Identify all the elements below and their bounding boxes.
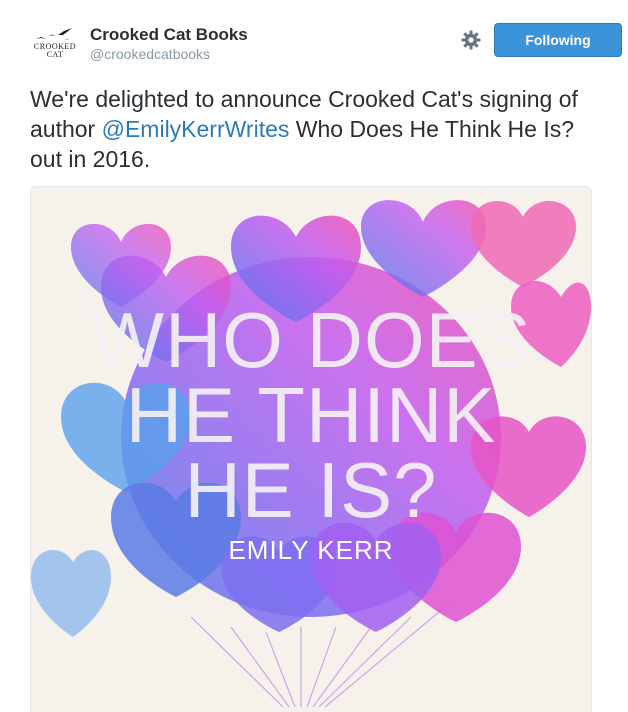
book-cover-art: WHO DOES HE THINK HE IS? EMILY KERR	[31, 187, 591, 712]
settings-gear-button[interactable]	[460, 29, 482, 51]
tweet-header: CROOKED CAT Crooked Cat Books @crookedca…	[30, 20, 622, 70]
account-handle[interactable]: @crookedcatbooks	[90, 45, 248, 63]
account-names: Crooked Cat Books @crookedcatbooks	[90, 25, 248, 63]
cover-title-line3: HE IS?	[184, 446, 437, 534]
book-cover-image[interactable]: WHO DOES HE THINK HE IS? EMILY KERR	[30, 186, 592, 712]
following-button[interactable]: Following	[494, 23, 622, 57]
display-name[interactable]: Crooked Cat Books	[90, 25, 248, 45]
crows-logo-icon	[36, 28, 72, 40]
cover-author: EMILY KERR	[228, 535, 393, 565]
tweet-card: CROOKED CAT Crooked Cat Books @crookedca…	[0, 0, 628, 712]
mention-link[interactable]: @EmilyKerrWrites	[102, 116, 290, 142]
tweet-text: We're delighted to announce Crooked Cat'…	[30, 84, 595, 174]
logo-text-line2: CAT	[46, 50, 64, 59]
gear-icon	[461, 30, 481, 50]
avatar[interactable]: CROOKED CAT	[30, 20, 80, 66]
